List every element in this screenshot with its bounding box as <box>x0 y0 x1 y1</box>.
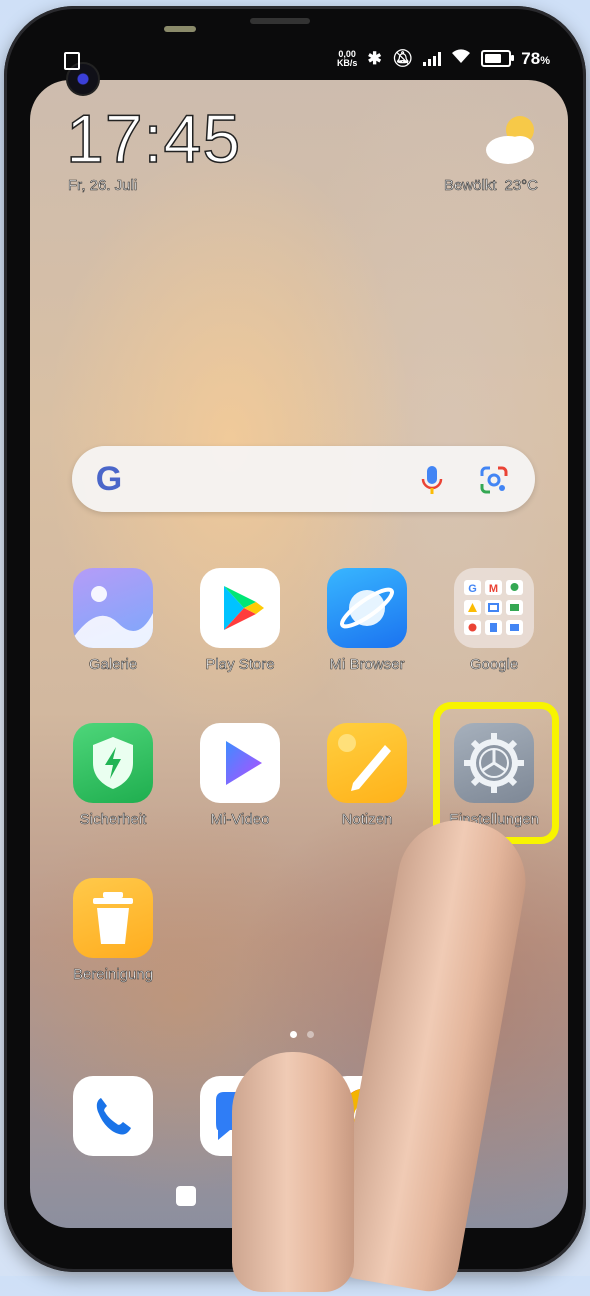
weather-summary[interactable]: Bewölkt 23°C <box>443 177 539 195</box>
notes-icon <box>327 723 407 803</box>
app-google-folder[interactable]: G M Google <box>439 568 549 673</box>
network-speed: 0,00 KB/s <box>336 49 358 68</box>
google-search-bar[interactable]: G <box>72 446 535 512</box>
app-mi-video[interactable]: Mi-Video <box>185 723 295 828</box>
mi-video-icon <box>200 723 280 803</box>
microphone-icon[interactable] <box>418 464 446 496</box>
battery-fill <box>485 54 501 63</box>
app-label: Mi Browser <box>329 656 405 674</box>
signal-icon <box>423 51 442 66</box>
google-folder-icon: G M <box>454 568 534 648</box>
bluetooth-icon: ✱ <box>367 48 382 68</box>
app-label: Mi-Video <box>210 811 270 829</box>
security-shield-icon <box>73 723 153 803</box>
app-mi-browser[interactable]: Mi Browser <box>312 568 422 673</box>
page-indicator[interactable] <box>290 1031 314 1038</box>
status-bar: 0,00 KB/s ✱ 🔕︎ 78% <box>30 44 560 78</box>
battery-percent: 78% <box>521 48 550 68</box>
app-label: Galerie <box>88 656 138 674</box>
weather-temperature: 23°C <box>504 177 538 195</box>
earpiece <box>250 18 310 24</box>
battery-icon <box>481 50 515 67</box>
weather-condition: Bewölkt <box>443 177 497 195</box>
app-bereinigung[interactable]: Bereinigung <box>58 878 168 983</box>
network-speed-unit: KB/s <box>336 57 358 68</box>
silent-bell-icon: 🔕︎ <box>391 48 414 68</box>
mi-browser-icon <box>327 568 407 648</box>
phone-icon <box>73 1076 153 1156</box>
gallery-icon <box>73 568 153 648</box>
page-dot <box>307 1031 314 1038</box>
app-play-store[interactable]: Play Store <box>185 568 295 673</box>
partly-cloudy-icon[interactable] <box>482 112 542 166</box>
app-label: Play Store <box>205 656 275 674</box>
dock-phone[interactable] <box>58 1076 168 1156</box>
google-lens-icon[interactable] <box>478 464 510 496</box>
svg-text:M: M <box>489 583 498 595</box>
side-button <box>164 26 196 32</box>
svg-text:G: G <box>468 583 477 595</box>
clock-time[interactable]: 17:45 <box>65 100 241 178</box>
app-sicherheit[interactable]: Sicherheit <box>58 723 168 828</box>
app-notizen[interactable]: Notizen <box>312 723 422 828</box>
hand-thumb <box>232 1052 354 1292</box>
app-label: Notizen <box>341 811 393 829</box>
cleaner-trash-icon <box>73 878 153 958</box>
recent-apps-button[interactable] <box>176 1186 196 1206</box>
wifi-icon <box>451 48 471 69</box>
play-store-icon <box>200 568 280 648</box>
google-doodle-logo[interactable]: G <box>84 454 134 504</box>
app-galerie[interactable]: Galerie <box>58 568 168 673</box>
app-label: Bereinigung <box>72 966 154 984</box>
app-label: Google <box>469 656 519 674</box>
page-dot-active <box>290 1031 297 1038</box>
clock-date: Fr, 26. Juli <box>68 177 138 195</box>
app-label: Sicherheit <box>79 811 147 829</box>
sim-icon <box>64 52 80 70</box>
